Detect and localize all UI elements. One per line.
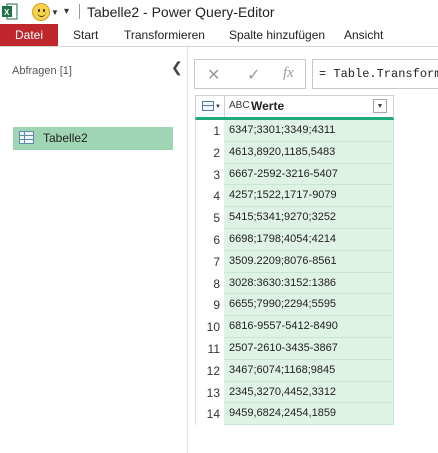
- chevron-down-icon: ▼: [215, 104, 221, 110]
- table-row[interactable]: 2 4613,8920,1185,5483: [195, 141, 394, 164]
- smiley-icon[interactable]: [32, 3, 50, 21]
- chevron-down-icon[interactable]: ▼: [51, 8, 59, 17]
- tab-datei[interactable]: Datei: [0, 24, 58, 46]
- type-text-icon[interactable]: ABC: [229, 100, 250, 111]
- title-separator: [79, 4, 80, 19]
- row-number: 7: [195, 250, 224, 273]
- title-bar: X ▼ ▾ Tabelle2 - Power Query-Editor: [0, 0, 438, 24]
- row-number: 10: [195, 316, 224, 338]
- column-header-werte[interactable]: Werte: [251, 99, 284, 113]
- tab-start[interactable]: Start: [73, 24, 98, 46]
- table-row[interactable]: 11 2507-2610-3435-3867: [195, 337, 394, 360]
- table-row[interactable]: 3 6667-2592-3216-5407: [195, 163, 394, 186]
- row-number: 3: [195, 163, 224, 186]
- window-title: Tabelle2 - Power Query-Editor: [87, 4, 275, 20]
- formula-input[interactable]: = Table.TransformColumnTypes: [312, 59, 438, 89]
- query-item-label: Tabelle2: [43, 131, 88, 145]
- row-number: 8: [195, 272, 224, 295]
- row-number: 2: [195, 141, 224, 164]
- table-icon: [19, 131, 34, 144]
- table-row[interactable]: 10 6816-9557-5412-8490: [195, 316, 394, 338]
- fx-icon[interactable]: fx: [283, 65, 294, 82]
- table-icon: [202, 101, 214, 111]
- cancel-icon[interactable]: ✕: [207, 65, 220, 85]
- table-menu-button[interactable]: ▼: [196, 96, 225, 117]
- cell-value[interactable]: 6347;3301;3349;4311: [224, 120, 394, 142]
- formula-bar: ✕ ✓ fx = Table.TransformColumnTypes: [194, 59, 438, 89]
- cell-value[interactable]: 3028:3630:3152:1386: [224, 272, 394, 295]
- queries-header: Abfragen [1]: [12, 65, 72, 77]
- grid-rows: 1 6347;3301;3349;4311 2 4613,8920,1185,5483…: [195, 120, 394, 426]
- tab-ansicht[interactable]: Ansicht: [344, 24, 383, 46]
- table-row[interactable]: 14 9459,6824,2454,1859: [195, 403, 394, 426]
- table-row[interactable]: 8 3028:3630:3152:1386: [195, 272, 394, 295]
- row-number: 5: [195, 207, 224, 229]
- data-grid: ▼ ABC Werte ▼ 1 6347;3301;3349;4311 2 4613,…: [195, 95, 394, 426]
- cell-value[interactable]: 4613,8920,1185,5483: [224, 141, 394, 164]
- table-row[interactable]: 1 6347;3301;3349;4311: [195, 120, 394, 142]
- row-number: 4: [195, 185, 224, 208]
- tab-spalte-hinzufuegen[interactable]: Spalte hinzufügen: [229, 24, 325, 46]
- ribbon-tabs: Datei Start Transformieren Spalte hinzuf…: [0, 24, 438, 47]
- cell-value[interactable]: 2345,3270,4452,3312: [224, 381, 394, 404]
- cell-value[interactable]: 6698;1798;4054;4214: [224, 228, 394, 251]
- svg-text:X: X: [4, 8, 10, 17]
- row-number: 6: [195, 228, 224, 251]
- customize-toolbar-icon[interactable]: ▾: [64, 6, 69, 17]
- cell-value[interactable]: 4257;1522,1717-9079: [224, 185, 394, 208]
- formula-buttons: ✕ ✓ fx: [194, 59, 306, 89]
- tab-transformieren[interactable]: Transformieren: [124, 24, 205, 46]
- cell-value[interactable]: 6816-9557-5412-8490: [224, 316, 394, 338]
- cell-value[interactable]: 2507-2610-3435-3867: [224, 337, 394, 360]
- row-number: 12: [195, 359, 224, 382]
- table-row[interactable]: 4 4257;1522,1717-9079: [195, 185, 394, 208]
- row-number: 11: [195, 337, 224, 360]
- row-number: 13: [195, 381, 224, 404]
- filter-dropdown-icon[interactable]: ▼: [373, 99, 387, 113]
- cell-value[interactable]: 5415;5341;9270;3252: [224, 207, 394, 229]
- row-number: 14: [195, 403, 224, 426]
- table-row[interactable]: 13 2345,3270,4452,3312: [195, 381, 394, 404]
- table-row[interactable]: 5 5415;5341;9270;3252: [195, 207, 394, 229]
- collapse-pane-icon[interactable]: ❮: [171, 59, 183, 76]
- table-row[interactable]: 9 6655;7990;2294;5595: [195, 294, 394, 317]
- query-item-tabelle2[interactable]: Tabelle2: [13, 127, 173, 150]
- table-row[interactable]: 6 6698;1798;4054;4214: [195, 228, 394, 251]
- cell-value[interactable]: 3509.2209;8076-8561: [224, 250, 394, 273]
- cell-value[interactable]: 9459,6824,2454,1859: [224, 403, 394, 426]
- table-row[interactable]: 12 3467;6074;1168;9845: [195, 359, 394, 382]
- grid-header: ▼ ABC Werte ▼: [195, 95, 394, 120]
- excel-icon[interactable]: X: [2, 3, 18, 20]
- cell-value[interactable]: 6667-2592-3216-5407: [224, 163, 394, 186]
- commit-icon[interactable]: ✓: [247, 65, 260, 85]
- cell-value[interactable]: 3467;6074;1168;9845: [224, 359, 394, 382]
- table-row[interactable]: 7 3509.2209;8076-8561: [195, 250, 394, 273]
- queries-pane: Abfragen [1] ❮ Tabelle2: [0, 47, 188, 453]
- row-number: 1: [195, 120, 224, 142]
- row-number: 9: [195, 294, 224, 317]
- cell-value[interactable]: 6655;7990;2294;5595: [224, 294, 394, 317]
